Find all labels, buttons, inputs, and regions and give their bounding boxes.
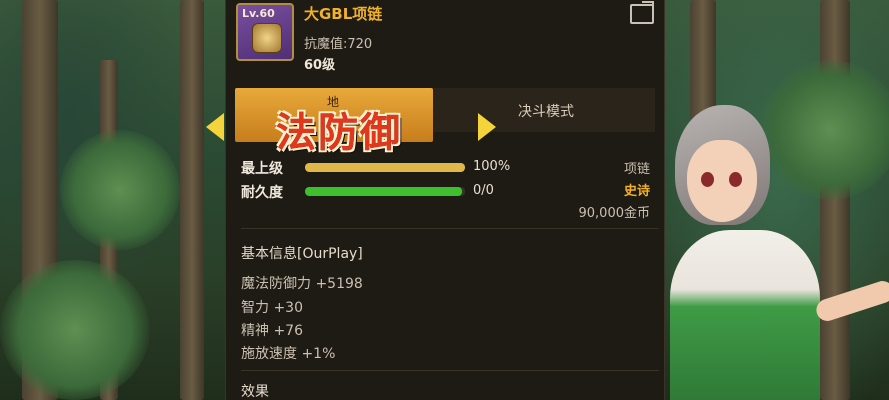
tab-duel-mode[interactable]: 决斗模式 [518, 101, 574, 121]
foliage [0, 260, 150, 400]
character-eye [701, 172, 714, 187]
durability-fill [305, 187, 462, 196]
upgrade-percent: 100% [473, 159, 511, 174]
upgrade-progress-fill [305, 163, 465, 172]
stat-line: 施放速度 +1% [241, 346, 336, 362]
divider [241, 370, 659, 371]
divider [241, 228, 659, 229]
item-name: 大GBL项链 [304, 5, 383, 23]
banner-title: 法防御 [276, 110, 402, 156]
upgrade-progress-bar [305, 163, 465, 172]
necklace-gem-icon [252, 23, 282, 53]
upgrade-label: 最上级 [241, 161, 283, 177]
tree-trunk [180, 0, 204, 400]
stat-line: 精神 +76 [241, 323, 303, 339]
item-type: 项链 [623, 162, 650, 177]
durability-label: 耐久度 [241, 185, 283, 201]
arrow-left-icon[interactable] [206, 113, 224, 141]
character-dress [670, 230, 820, 400]
magic-resist-value: 抗魔值:720 [304, 37, 373, 52]
character-portrait [665, 90, 889, 400]
character-face [687, 140, 757, 222]
foliage [60, 130, 180, 250]
character-arm [813, 278, 889, 324]
character-eye [729, 172, 742, 187]
item-level-badge: Lv.60 [242, 7, 275, 20]
item-price: 90,000金币 [578, 206, 651, 221]
item-rarity: 史诗 [623, 184, 650, 199]
necklace-item-icon[interactable]: Lv.60 [236, 3, 294, 61]
basic-info-title: 基本信息[OurPlay] [241, 246, 363, 262]
durability-value: 0/0 [473, 183, 494, 198]
effects-title: 效果 [241, 384, 269, 400]
arrow-right-icon[interactable] [478, 113, 496, 141]
durability-bar [305, 187, 465, 196]
stat-line: 魔法防御力 +5198 [241, 276, 363, 292]
item-level: 60级 [304, 58, 336, 73]
stat-line: 智力 +30 [241, 300, 303, 316]
share-icon[interactable] [630, 4, 654, 24]
